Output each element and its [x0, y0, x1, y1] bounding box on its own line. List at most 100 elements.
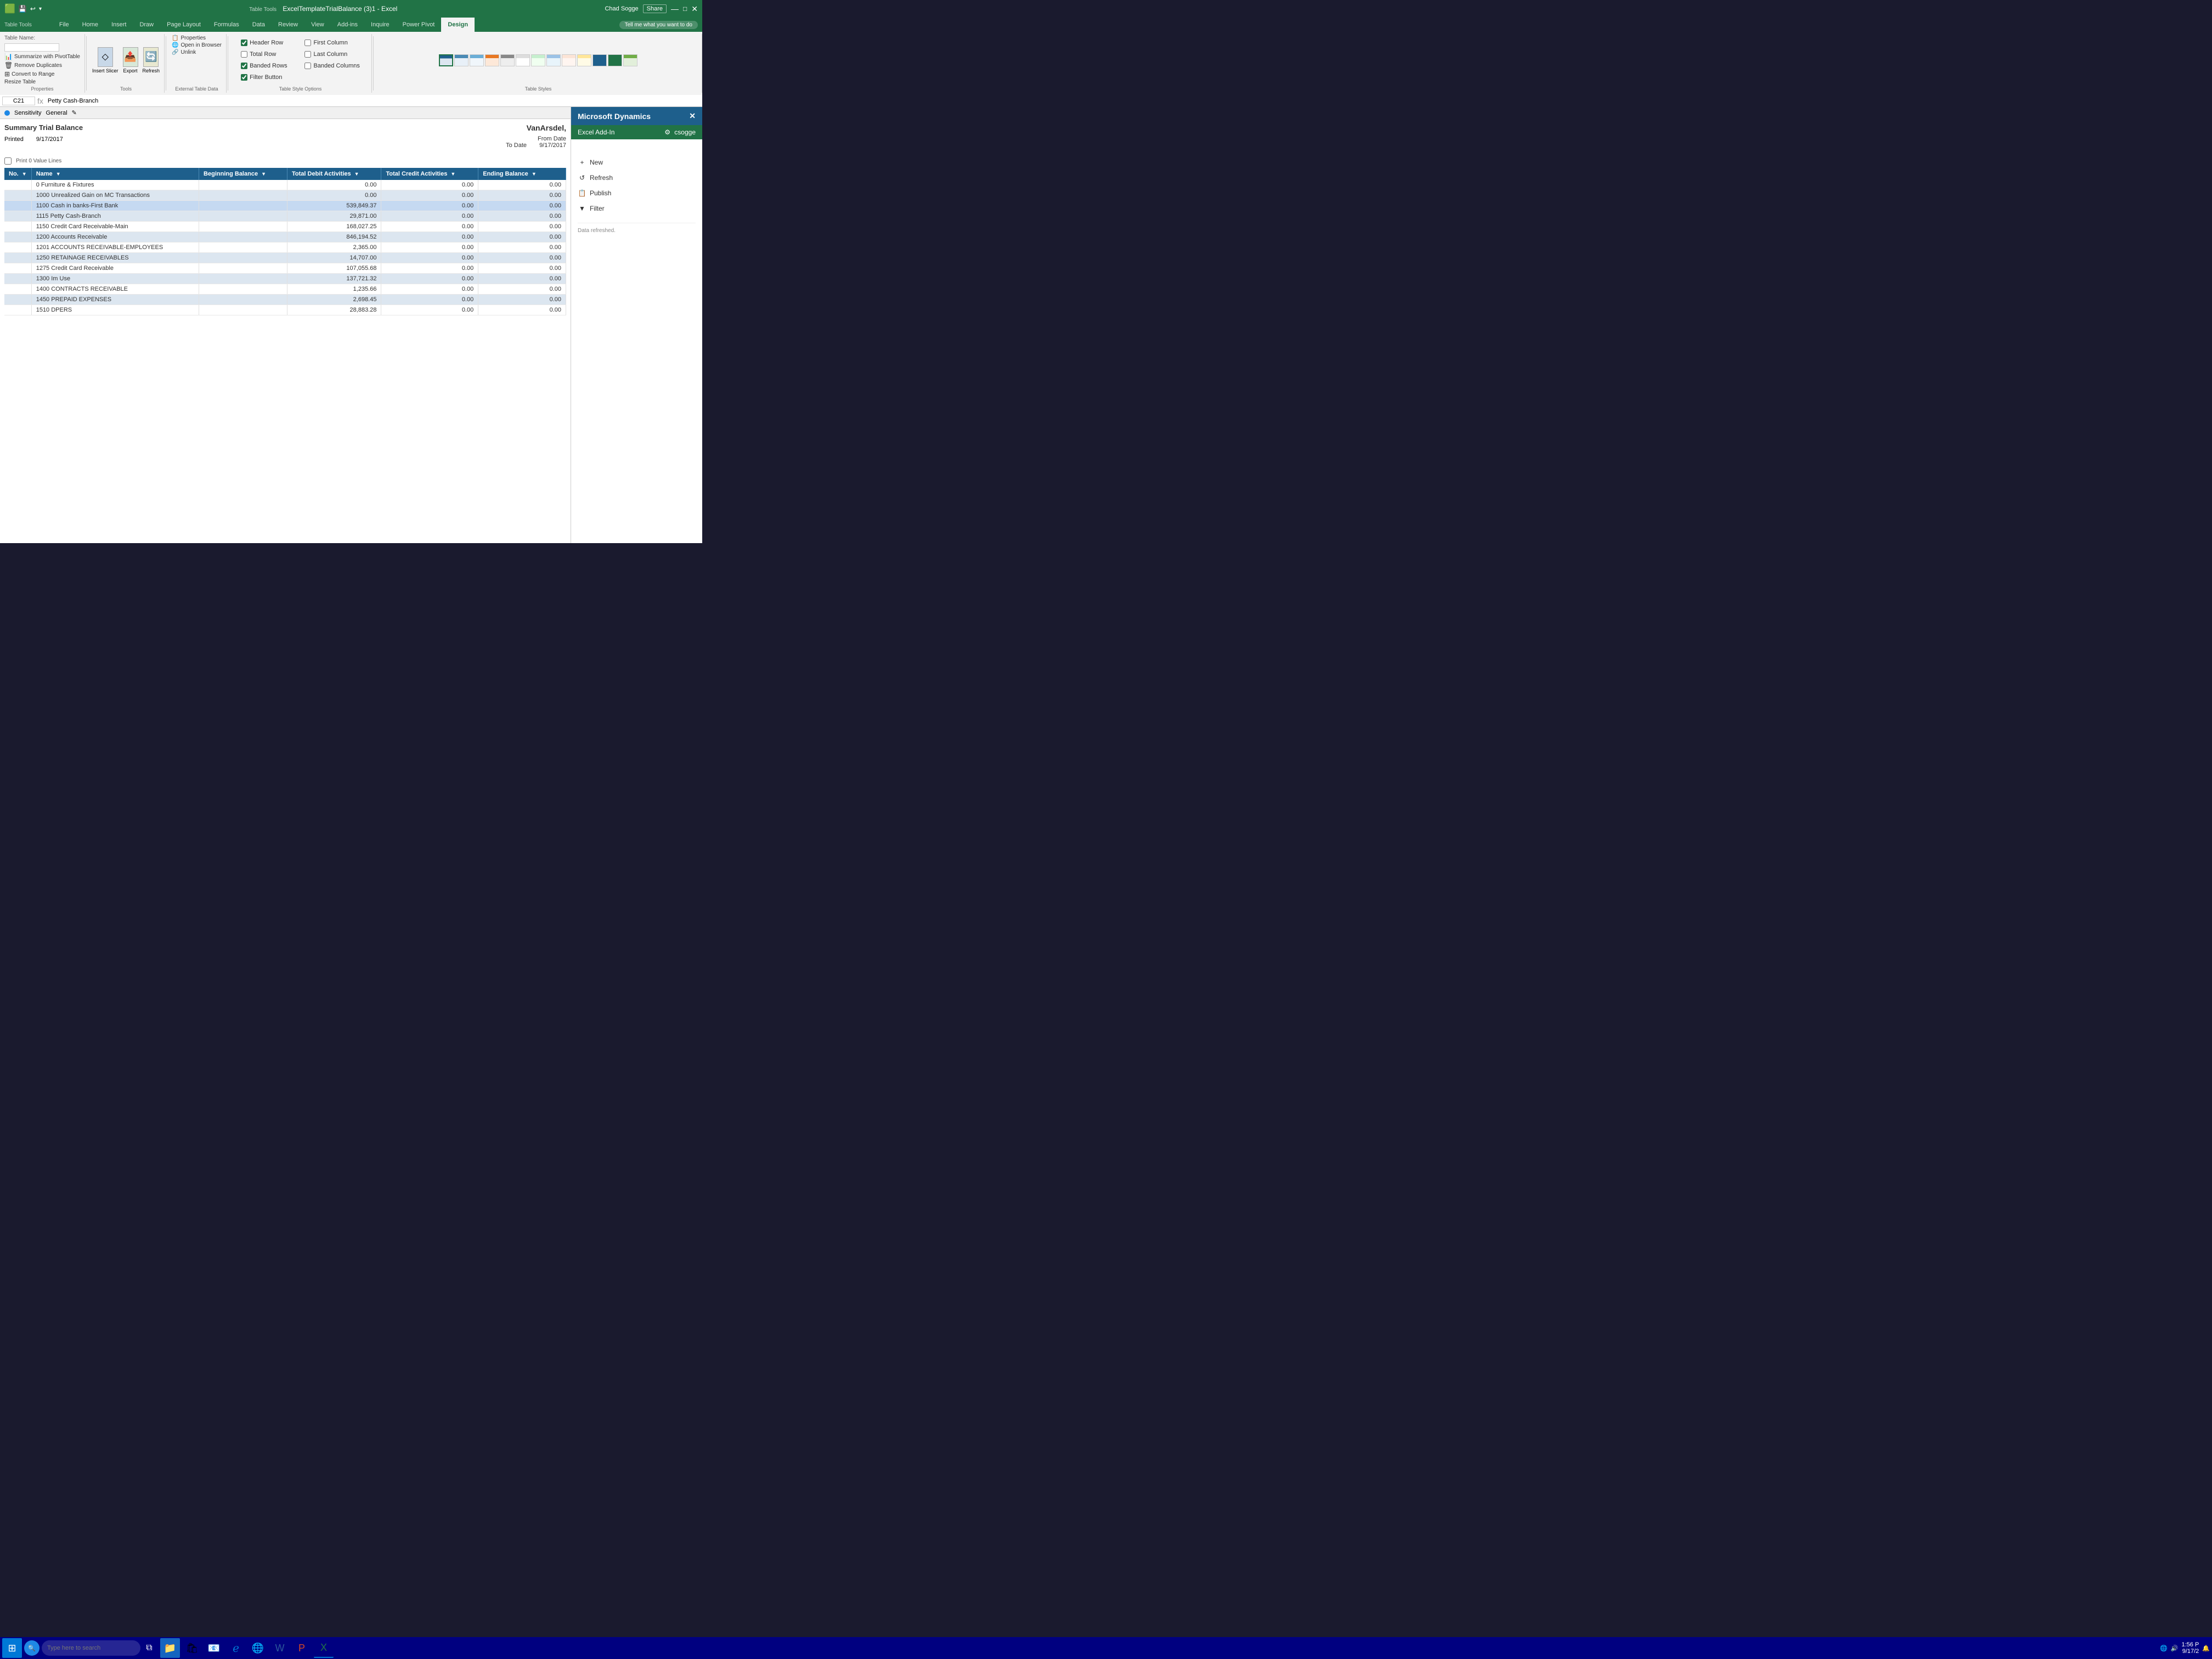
dynamics-filter-btn[interactable]: ▼ Filter	[578, 203, 696, 214]
banded-columns-option[interactable]: Banded Columns	[304, 63, 359, 69]
filter-button-option[interactable]: Filter Button	[241, 74, 296, 81]
quick-access-save[interactable]: 💾	[19, 5, 27, 13]
cortana-btn[interactable]: 🔍	[24, 1640, 40, 1656]
ribbon-tab-view[interactable]: View	[304, 18, 331, 32]
taskbar-windows-store[interactable]: 🛍	[182, 1638, 202, 1658]
taskbar-outlook[interactable]: 📧	[204, 1638, 224, 1658]
banded-rows-checkbox[interactable]	[241, 63, 247, 69]
dynamics-refresh-btn[interactable]: ↺ Refresh	[578, 172, 696, 183]
filter-button-checkbox[interactable]	[241, 74, 247, 81]
ribbon-tab-home[interactable]: Home	[76, 18, 105, 32]
unlink-btn[interactable]: 🔗Unlink	[172, 49, 196, 55]
taskbar-word[interactable]: W	[270, 1638, 290, 1658]
table-style-swatch-7[interactable]	[531, 54, 545, 66]
resize-table-btn[interactable]: Resize Table	[4, 79, 36, 85]
total-row-checkbox[interactable]	[241, 51, 247, 58]
remove-duplicates-btn[interactable]: 🗑 Remove Duplicates	[4, 61, 62, 69]
first-column-option[interactable]: First Column	[304, 40, 359, 46]
taskbar-excel[interactable]: X	[314, 1638, 334, 1658]
ribbon-tab-inquire[interactable]: Inquire	[364, 18, 396, 32]
cell-name: 1400 CONTRACTS RECEIVABLE	[31, 284, 199, 295]
refresh-btn[interactable]: 🔄 Refresh	[143, 47, 160, 74]
table-row[interactable]: 1250 RETAINAGE RECEIVABLES14,707.000.000…	[4, 253, 566, 263]
table-style-swatch-10[interactable]	[577, 54, 591, 66]
printed-label: Printed	[4, 136, 24, 143]
last-column-option[interactable]: Last Column	[304, 51, 359, 58]
ribbon-tab-addins[interactable]: Add-ins	[331, 18, 364, 32]
ribbon-group-external: 📋Properties 🌐Open in Browser 🔗Unlink Ext…	[167, 34, 227, 93]
close-icon[interactable]: ✕	[691, 4, 698, 14]
taskbar-edge[interactable]: ℯ	[226, 1638, 246, 1658]
table-row[interactable]: 1201 ACCOUNTS RECEIVABLE-EMPLOYEES2,365.…	[4, 242, 566, 253]
ribbon-tab-file[interactable]: File	[53, 18, 76, 32]
table-style-swatch-3[interactable]	[470, 54, 484, 66]
header-row-checkbox[interactable]	[241, 40, 247, 46]
banded-columns-checkbox[interactable]	[304, 63, 311, 69]
ribbon-tab-formulas[interactable]: Formulas	[207, 18, 246, 32]
ribbon-tab-data[interactable]: Data	[246, 18, 272, 32]
ribbon-tab-insert[interactable]: Insert	[105, 18, 133, 32]
taskbar-powerpoint[interactable]: P	[292, 1638, 312, 1658]
tell-me-input[interactable]: Tell me what you want to do	[619, 21, 698, 29]
table-name-input[interactable]	[4, 43, 59, 52]
taskbar-search-input[interactable]	[42, 1640, 140, 1656]
table-row[interactable]: 1000 Unrealized Gain on MC Transactions0…	[4, 190, 566, 201]
table-row[interactable]: 1100 Cash in banks-First Bank539,849.370…	[4, 201, 566, 211]
table-row[interactable]: 1115 Petty Cash-Branch29,871.000.000.00	[4, 211, 566, 222]
ribbon-tab-powerpivot[interactable]: Power Pivot	[396, 18, 442, 32]
cell-name: 0 Furniture & Fixtures	[31, 180, 199, 190]
table-row[interactable]: 1300 Im Use137,721.320.000.00	[4, 274, 566, 284]
table-style-swatch-11[interactable]	[592, 54, 607, 66]
table-row[interactable]: 1400 CONTRACTS RECEIVABLE1,235.660.000.0…	[4, 284, 566, 295]
ribbon-tab-page-layout[interactable]: Page Layout	[160, 18, 207, 32]
spreadsheet[interactable]: Summary Trial Balance Printed 9/17/2017 …	[0, 119, 571, 543]
quick-access-more[interactable]: ▾	[39, 6, 42, 12]
print-zero-checkbox[interactable]	[4, 157, 12, 165]
cell-reference-input[interactable]	[2, 97, 35, 105]
first-column-checkbox[interactable]	[304, 40, 311, 46]
ribbon-tab-review[interactable]: Review	[272, 18, 304, 32]
share-button[interactable]: Share	[643, 4, 667, 13]
notification-icon[interactable]: 🔔	[2202, 1645, 2210, 1652]
minimize-icon[interactable]: —	[671, 4, 679, 13]
table-style-swatch-12[interactable]	[608, 54, 622, 66]
formula-input[interactable]	[46, 97, 700, 105]
table-row[interactable]: 1510 DPERS28,883.280.000.00	[4, 305, 566, 315]
dynamics-new-btn[interactable]: + New	[578, 157, 696, 168]
table-row[interactable]: 1275 Credit Card Receivable107,055.680.0…	[4, 263, 566, 274]
insert-slicer-btn[interactable]: ⬦ Insert Slicer	[92, 47, 119, 74]
open-browser-btn[interactable]: 🌐Open in Browser	[172, 42, 222, 48]
last-column-checkbox[interactable]	[304, 51, 311, 58]
banded-rows-option[interactable]: Banded Rows	[241, 63, 296, 69]
taskbar-chrome[interactable]: 🌐	[248, 1638, 268, 1658]
table-row[interactable]: 1150 Credit Card Receivable-Main168,027.…	[4, 222, 566, 232]
summarize-pivottable-btn[interactable]: 📊 Summarize with PivotTable	[4, 53, 80, 60]
start-button[interactable]: ⊞	[2, 1638, 22, 1658]
total-row-option[interactable]: Total Row	[241, 51, 296, 58]
table-row[interactable]: 0 Furniture & Fixtures0.000.000.00	[4, 180, 566, 190]
table-style-swatch-2[interactable]	[454, 54, 469, 66]
table-style-swatch-6[interactable]	[516, 54, 530, 66]
table-style-swatch-8[interactable]	[546, 54, 561, 66]
properties-btn[interactable]: 📋Properties	[172, 35, 206, 41]
table-style-swatch-13[interactable]	[623, 54, 637, 66]
table-style-swatch-9[interactable]	[562, 54, 576, 66]
dynamics-publish-btn[interactable]: 📋 Publish	[578, 188, 696, 199]
task-view-btn[interactable]: ⧉	[143, 1641, 156, 1655]
header-row-option[interactable]: Header Row	[241, 40, 296, 46]
ribbon-tab-draw[interactable]: Draw	[133, 18, 160, 32]
table-row[interactable]: 1450 PREPAID EXPENSES2,698.450.000.00	[4, 295, 566, 305]
settings-icon[interactable]: ⚙	[664, 128, 670, 136]
table-row[interactable]: 1200 Accounts Receivable846,194.520.000.…	[4, 232, 566, 242]
quick-access-undo[interactable]: ↩	[30, 5, 36, 13]
dynamics-close-btn[interactable]: ✕	[689, 111, 696, 121]
table-style-swatch-4[interactable]	[485, 54, 499, 66]
maximize-icon[interactable]: □	[683, 5, 687, 13]
table-style-swatch-1[interactable]	[439, 54, 453, 66]
taskbar-file-explorer[interactable]: 📁	[160, 1638, 180, 1658]
ribbon-tab-design[interactable]: Design	[441, 18, 475, 32]
table-style-swatch-5[interactable]	[500, 54, 515, 66]
export-btn[interactable]: 📤 Export	[123, 47, 138, 74]
sensitivity-edit-icon[interactable]: ✎	[72, 109, 77, 116]
convert-range-btn[interactable]: ⊞ Convert to Range	[4, 70, 54, 78]
